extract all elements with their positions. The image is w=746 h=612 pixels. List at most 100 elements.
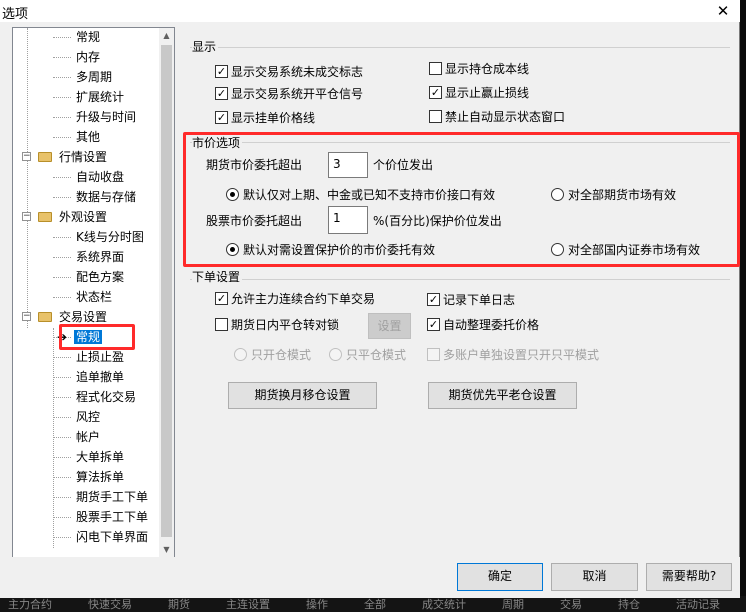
tree-item-label: 风控 xyxy=(76,410,101,424)
checkbox-show-stop-lines[interactable]: 显示止赢止损线 xyxy=(429,85,529,101)
tree-branch-line xyxy=(53,37,71,38)
tree-item[interactable]: 系统界面 xyxy=(74,248,126,266)
tree-item[interactable]: 股票手工下单 xyxy=(74,508,150,526)
scroll-down-icon[interactable]: ▼ xyxy=(159,542,174,557)
display-section-title: 显示 xyxy=(192,38,219,55)
tree-item[interactable]: 闪电下单界面 xyxy=(74,528,150,546)
dialog-title: 选项 xyxy=(2,7,29,22)
status-bar-item: 快速交易 xyxy=(88,598,132,611)
tree-item-label: 状态栏 xyxy=(76,290,113,304)
tree-item-label: 其他 xyxy=(76,130,101,144)
tree-item[interactable]: 风控 xyxy=(74,408,102,426)
tree-item[interactable]: 追单撤单 xyxy=(74,368,126,386)
checkbox-label: 显示止赢止损线 xyxy=(445,86,530,100)
checkbox-show-cost-line[interactable]: 显示持仓成本线 xyxy=(429,61,529,77)
scroll-thumb[interactable] xyxy=(161,45,172,537)
tree-item[interactable]: 期货手工下单 xyxy=(74,488,150,506)
checkbox-show-pending-price[interactable]: 显示挂单价格线 xyxy=(215,110,315,126)
checkbox-show-unfilled[interactable]: 显示交易系统未成交标志 xyxy=(215,64,363,80)
background-status-bar: 主力合约快速交易期货主连设置操作全部成交统计周期交易持仓活动记录风险预警明细风险… xyxy=(0,596,746,612)
checkbox-show-signals[interactable]: 显示交易系统开平仓信号 xyxy=(215,86,363,102)
tree-item[interactable]: 升级与时间 xyxy=(74,108,138,126)
tree-branch-line xyxy=(53,257,71,258)
tree-item[interactable]: 数据与存储 xyxy=(74,188,138,206)
tree-group[interactable]: 行情设置 xyxy=(57,148,109,166)
checkbox-multi-account[interactable]: 多账户单独设置只开只平模式 xyxy=(427,347,599,363)
scroll-up-icon[interactable]: ▲ xyxy=(159,28,174,43)
status-bar-item: 成交统计 xyxy=(422,598,466,611)
collapse-icon[interactable]: − xyxy=(22,152,31,161)
status-bar-item: 主连设置 xyxy=(226,598,270,611)
help-button[interactable]: 需要帮助? xyxy=(646,563,732,591)
tree-branch-line xyxy=(53,537,71,538)
tree-item-label: 配色方案 xyxy=(76,270,125,284)
tree-item-label: 交易设置 xyxy=(59,310,108,324)
tree-item[interactable]: 程式化交易 xyxy=(74,388,138,406)
checkbox-label: 记录下单日志 xyxy=(443,293,516,307)
tree-item[interactable]: 内存 xyxy=(74,48,102,66)
checkbox-box xyxy=(215,65,228,78)
tree-item-label: 扩展统计 xyxy=(76,90,125,104)
checkbox-intraday-lock[interactable]: 期货日内平仓转对锁 xyxy=(215,317,339,333)
close-icon[interactable]: ✕ xyxy=(709,0,737,22)
checkbox-label: 显示交易系统开平仓信号 xyxy=(231,87,364,101)
settings-tree: 常规 内存 多周期 扩展统计 升级与时间 其他 − 行情设置 自动收盘 数据与存储 − 外观设置 K线与… xyxy=(12,27,175,558)
tree-item-label: 帐户 xyxy=(76,430,101,444)
tree-item-label: 大单拆单 xyxy=(76,450,125,464)
checkbox-box xyxy=(215,111,228,124)
tree-item[interactable]: 算法拆单 xyxy=(74,468,126,486)
collapse-icon[interactable]: − xyxy=(22,312,31,321)
tree-item[interactable]: 扩展统计 xyxy=(74,88,126,106)
market-price-highlight xyxy=(183,132,740,267)
tree-item[interactable]: 止损止盈 xyxy=(74,348,126,366)
priority-close-button[interactable]: 期货优先平老仓设置 xyxy=(428,382,577,409)
cancel-button[interactable]: 取消 xyxy=(551,563,638,591)
status-bar-item: 持仓 xyxy=(618,598,640,611)
checkbox-disable-status-window[interactable]: 禁止自动显示状态窗口 xyxy=(429,109,565,125)
radio-close-only[interactable]: 只平仓模式 xyxy=(329,347,406,363)
status-bar-item: 活动记录 xyxy=(676,598,720,611)
tree-item[interactable]: 常规 xyxy=(74,328,103,346)
tree-item-label: 升级与时间 xyxy=(76,110,137,124)
checkbox-label: 禁止自动显示状态窗口 xyxy=(445,110,566,124)
tree-scrollbar[interactable]: ▲ ▼ xyxy=(159,28,174,557)
checkbox-log-order[interactable]: 记录下单日志 xyxy=(427,292,515,308)
tree-item-label: 股票手工下单 xyxy=(76,510,149,524)
tree-item-label: 行情设置 xyxy=(59,150,108,164)
checkbox-box xyxy=(427,318,440,331)
tree-item-label: 自动收盘 xyxy=(76,170,125,184)
collapse-icon[interactable]: − xyxy=(22,212,31,221)
tree-item[interactable]: 自动收盘 xyxy=(74,168,126,186)
checkbox-label: 多账户单独设置只开只平模式 xyxy=(443,348,600,362)
ok-button[interactable]: 确定 xyxy=(457,563,543,591)
tree-item[interactable]: 状态栏 xyxy=(74,288,114,306)
checkbox-auto-organize[interactable]: 自动整理委托价格 xyxy=(427,317,539,333)
checkbox-box xyxy=(215,292,228,305)
lock-settings-button[interactable]: 设置 xyxy=(368,313,411,339)
tree-branch-line xyxy=(53,197,71,198)
tree-item[interactable]: 帐户 xyxy=(74,428,102,446)
checkbox-allow-continuous[interactable]: 允许主力连续合约下单交易 xyxy=(215,291,375,307)
month-switch-button[interactable]: 期货换月移仓设置 xyxy=(228,382,377,409)
status-bar-item: 操作 xyxy=(306,598,328,611)
radio-open-only[interactable]: 只开仓模式 xyxy=(234,347,311,363)
tree-item[interactable]: K线与分时图 xyxy=(74,228,146,246)
tree-item[interactable]: 多周期 xyxy=(74,68,114,86)
status-bar-item: 交易 xyxy=(560,598,582,611)
tree-item[interactable]: 常规 xyxy=(74,28,102,46)
order-section-title: 下单设置 xyxy=(192,268,243,285)
checkbox-box xyxy=(429,62,442,75)
tree-item-label: K线与分时图 xyxy=(76,230,144,244)
tree-item[interactable]: 配色方案 xyxy=(74,268,126,286)
checkbox-box xyxy=(429,110,442,123)
checkbox-label: 允许主力连续合约下单交易 xyxy=(231,292,376,306)
tree-item-label: 闪电下单界面 xyxy=(76,530,149,544)
tree-item[interactable]: 其他 xyxy=(74,128,102,146)
tree-item-label: 算法拆单 xyxy=(76,470,125,484)
tree-item[interactable]: 大单拆单 xyxy=(74,448,126,466)
tree-branch-line xyxy=(53,177,71,178)
radio-dot xyxy=(329,348,342,361)
footer-bar: 确定 取消 需要帮助? xyxy=(0,557,740,598)
tree-item-label: 期货手工下单 xyxy=(76,490,149,504)
tree-group[interactable]: 外观设置 xyxy=(57,208,109,226)
